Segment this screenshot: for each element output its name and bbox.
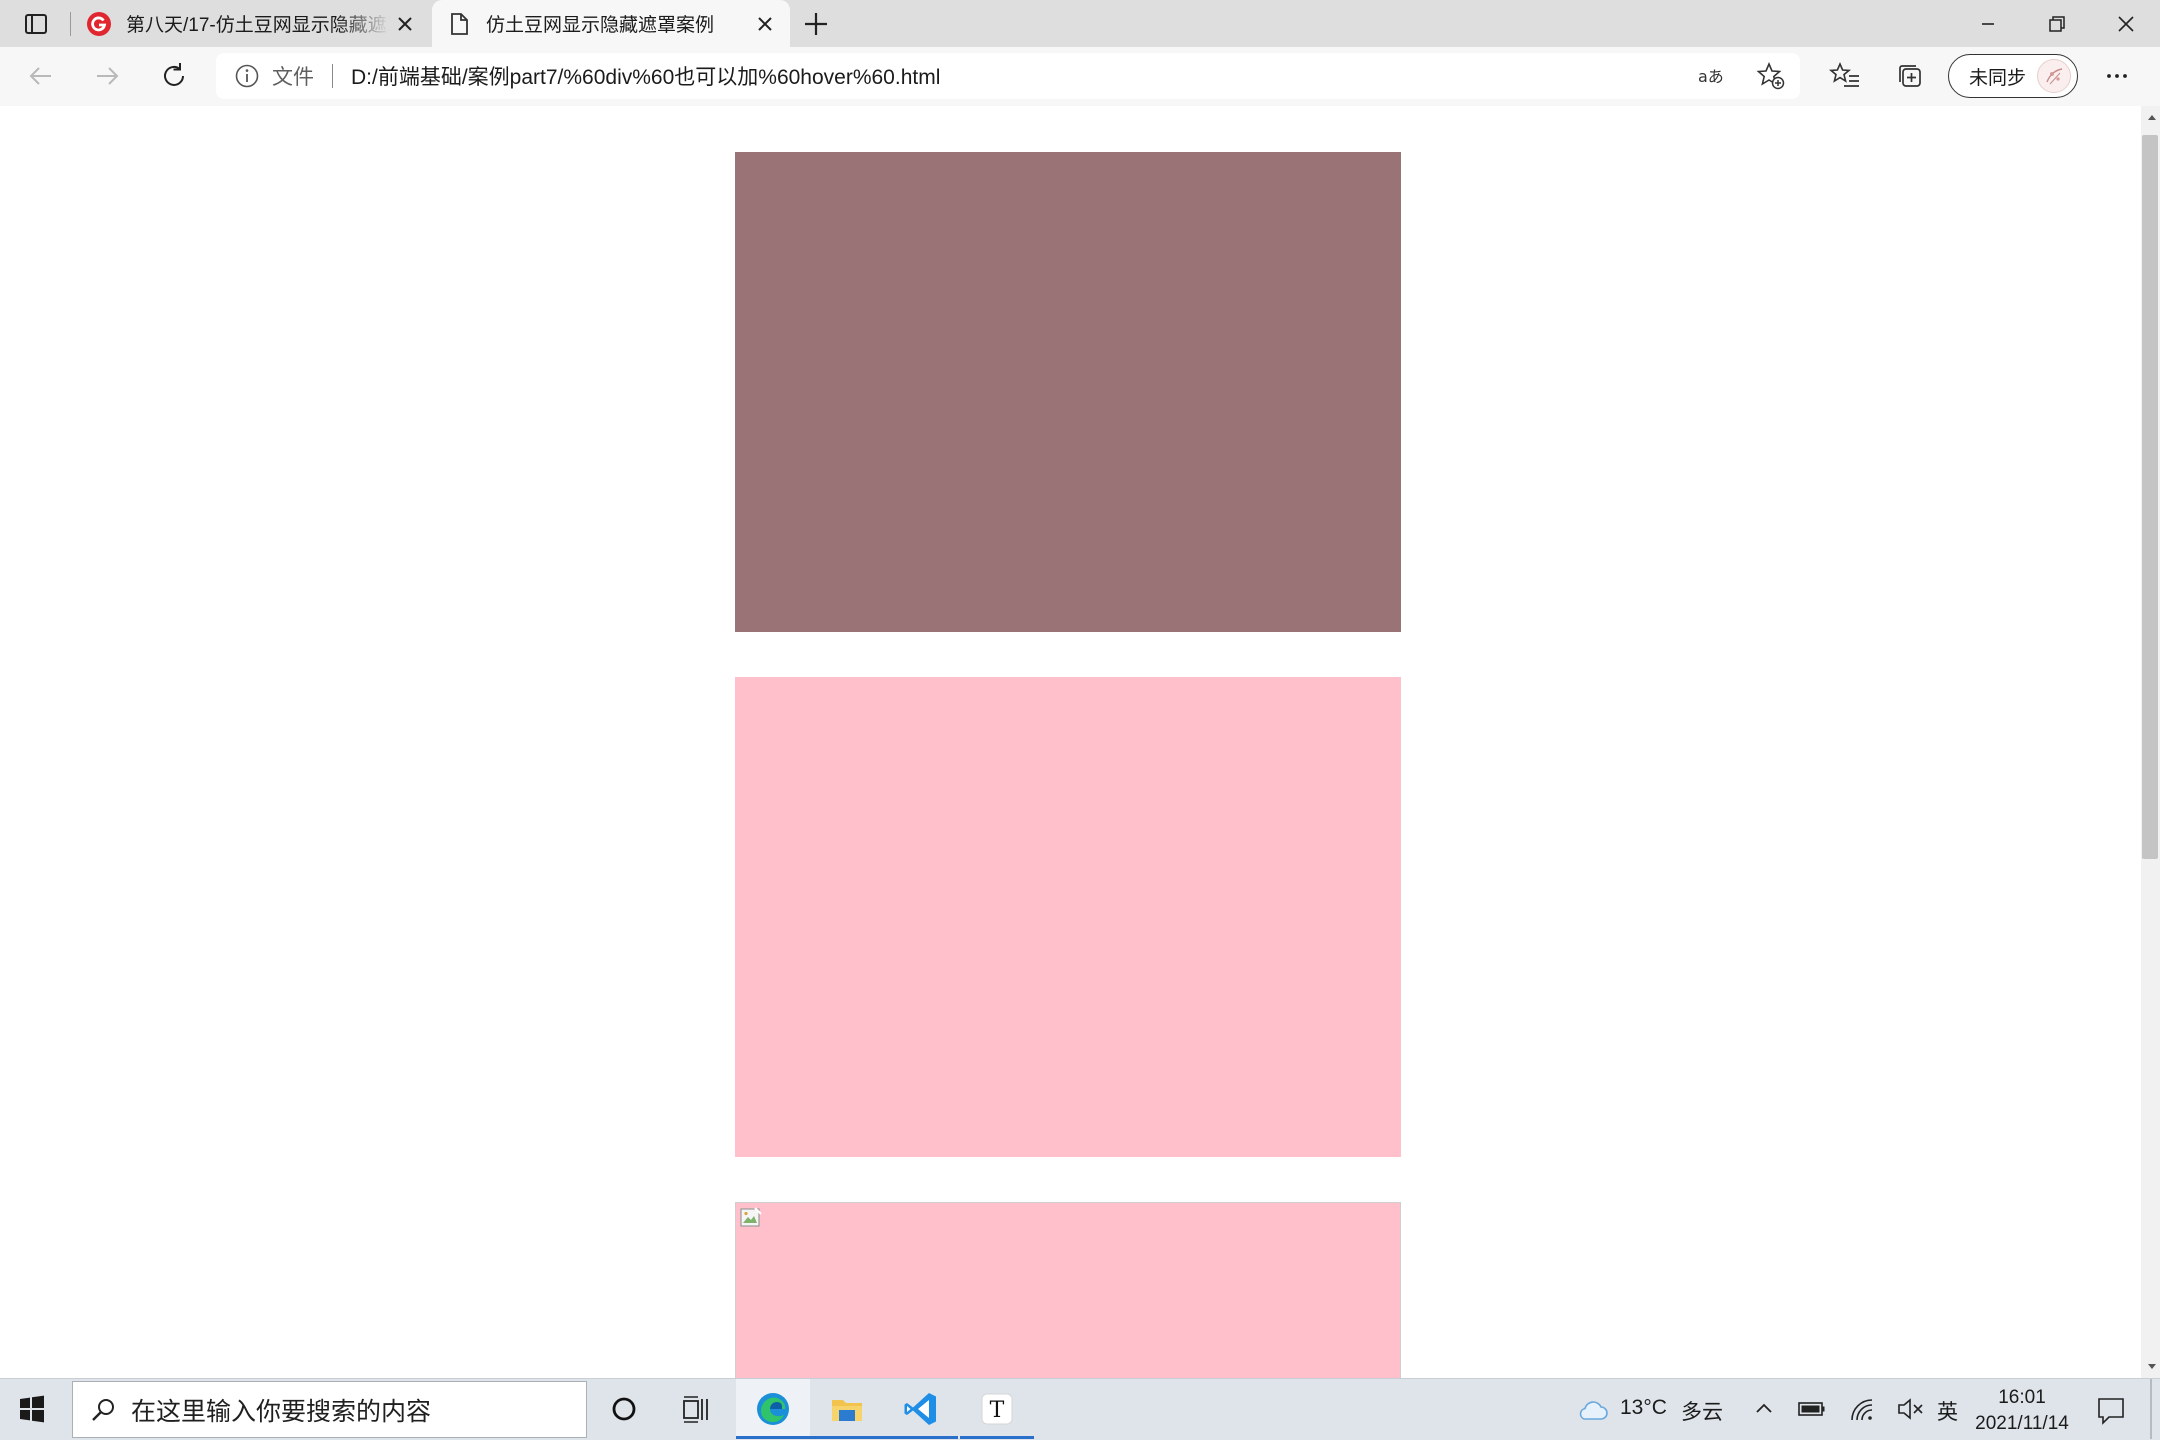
favorites-icon[interactable]	[1828, 59, 1862, 93]
site-info-label[interactable]: 文件	[272, 61, 314, 91]
tab-title: 仿土豆网显示隐藏遮罩案例	[486, 15, 715, 36]
url-text[interactable]: D:/前端基础/案例part7/%60div%60也可以加%60hover%60…	[351, 61, 940, 91]
hovered-box[interactable]	[735, 152, 1401, 632]
windows-start-icon[interactable]	[14, 1391, 50, 1427]
taskbar-app-typora[interactable]: T	[960, 1379, 1034, 1439]
close-tab-icon[interactable]	[390, 9, 420, 39]
tab-strip: 第八天/17-仿土豆网显示隐藏遮罩 仿土豆网显示隐藏遮罩案例	[0, 0, 2160, 47]
close-window-icon[interactable]	[2110, 8, 2142, 40]
tab-actions-icon[interactable]	[22, 10, 50, 38]
refresh-icon[interactable]	[157, 59, 191, 93]
tab-active[interactable]: 仿土豆网显示隐藏遮罩案例	[432, 0, 790, 47]
broken-image-icon	[738, 1205, 764, 1231]
running-app-indicator	[960, 1436, 1034, 1439]
close-tab-icon[interactable]	[750, 9, 780, 39]
folder-icon	[827, 1389, 867, 1429]
avatar	[2037, 59, 2071, 93]
battery-icon[interactable]	[1796, 1395, 1828, 1423]
volume-muted-icon[interactable]	[1894, 1393, 1926, 1425]
clock-date[interactable]: 2021/11/14	[1960, 1413, 2084, 1435]
svg-text:T: T	[990, 1398, 1005, 1423]
taskbar: 在这里输入你要搜索的内容 T 13°C 多云 英 16:01 2021/11/1…	[0, 1378, 2160, 1440]
weather-temperature[interactable]: 13°C	[1620, 1396, 1667, 1420]
taskbar-app-edge[interactable]	[736, 1379, 810, 1439]
collections-icon[interactable]	[1893, 59, 1927, 93]
tab-divider	[70, 12, 71, 36]
forward-icon[interactable]	[90, 59, 124, 93]
pink-box[interactable]	[735, 677, 1401, 1157]
taskbar-app-file-explorer[interactable]	[810, 1379, 884, 1439]
sync-status-label: 未同步	[1969, 67, 2027, 89]
weather-description[interactable]: 多云	[1681, 1396, 1723, 1426]
running-app-indicator	[810, 1436, 884, 1439]
restore-icon[interactable]	[2040, 8, 2072, 40]
scroll-down-arrow-icon[interactable]	[2146, 1362, 2158, 1372]
info-icon[interactable]	[234, 63, 260, 89]
add-favorite-icon[interactable]	[1756, 61, 1786, 91]
show-desktop-strip[interactable]	[2150, 1379, 2152, 1439]
address-divider	[332, 64, 333, 88]
page-icon	[446, 11, 472, 37]
search-icon	[87, 1394, 119, 1426]
input-method-indicator[interactable]: 英	[1937, 1396, 1958, 1426]
profile-sync-button[interactable]: 未同步	[1948, 54, 2078, 98]
svg-text:aあ: aあ	[1698, 67, 1724, 86]
scroll-up-arrow-icon[interactable]	[2146, 112, 2158, 122]
read-aloud-icon[interactable]: aあ	[1696, 61, 1726, 91]
task-view-icon[interactable]	[678, 1391, 714, 1427]
weather-cloud-icon[interactable]	[1574, 1393, 1610, 1425]
running-app-indicator	[884, 1436, 958, 1439]
cortana-icon[interactable]	[606, 1391, 642, 1427]
scrollbar-thumb[interactable]	[2142, 135, 2158, 859]
page-viewport	[0, 106, 2141, 1378]
g-logo-icon	[86, 11, 112, 37]
minimize-icon[interactable]	[1972, 8, 2004, 40]
clock-time[interactable]: 16:01	[1960, 1387, 2084, 1409]
wifi-icon[interactable]	[1846, 1393, 1878, 1425]
image-box[interactable]	[735, 1202, 1401, 1378]
show-hidden-icons-chevron-icon[interactable]	[1750, 1395, 1778, 1423]
search-placeholder: 在这里输入你要搜索的内容	[131, 1397, 432, 1426]
notification-center-icon[interactable]	[2094, 1393, 2128, 1427]
vscode-icon	[901, 1389, 941, 1429]
typora-icon: T	[977, 1389, 1017, 1429]
new-tab-icon[interactable]	[800, 8, 832, 40]
edge-icon	[753, 1389, 793, 1429]
more-options-icon[interactable]	[2100, 59, 2134, 93]
taskbar-search-input[interactable]: 在这里输入你要搜索的内容	[72, 1381, 587, 1438]
active-app-indicator	[736, 1436, 810, 1439]
back-icon[interactable]	[24, 59, 58, 93]
tab-inactive[interactable]: 第八天/17-仿土豆网显示隐藏遮罩	[72, 0, 430, 47]
tab-title: 第八天/17-仿土豆网显示隐藏遮罩	[126, 15, 390, 36]
address-bar[interactable]: 文件 D:/前端基础/案例part7/%60div%60也可以加%60hover…	[216, 53, 1800, 99]
browser-toolbar: 文件 D:/前端基础/案例part7/%60div%60也可以加%60hover…	[0, 47, 2160, 107]
taskbar-app-vscode[interactable]	[884, 1379, 958, 1439]
